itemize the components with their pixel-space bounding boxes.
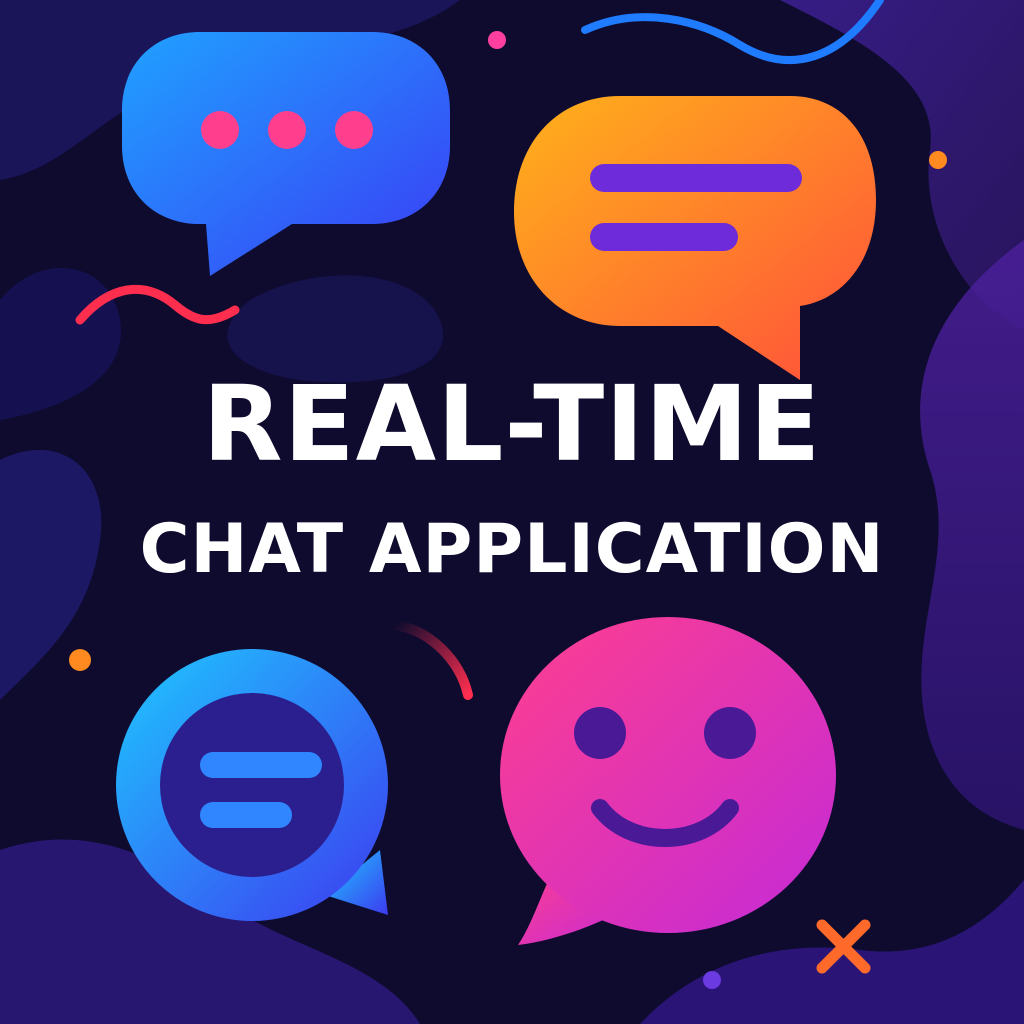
smiley-eye-icon (704, 707, 756, 759)
headline-title: REAL-TIME (202, 363, 822, 485)
typing-dot-icon (335, 111, 373, 149)
message-line-icon (590, 223, 738, 251)
typing-bubble-icon (122, 32, 450, 276)
round-chat-icon (116, 649, 388, 921)
blue-wave-decoration (581, 0, 884, 64)
close-x-icon (816, 919, 871, 974)
typing-dot-icon (268, 111, 306, 149)
orange-dot-decoration-left (69, 649, 91, 671)
smiley-bubble-icon (500, 617, 836, 945)
round-chat-line-icon (200, 802, 292, 828)
red-wave-decoration (75, 285, 240, 325)
round-chat-line-icon (200, 752, 322, 778)
red-arc-decoration (390, 620, 473, 700)
purple-dot-decoration (703, 971, 721, 989)
orange-dot-decoration-top (929, 151, 947, 169)
smiley-eye-icon (574, 707, 626, 759)
message-line-icon (590, 164, 802, 192)
typing-dot-icon (201, 111, 239, 149)
chat-app-poster: REAL-TIME CHAT APPLICATION (0, 0, 1024, 1024)
message-bubble-icon (514, 96, 876, 380)
magenta-dot-decoration (488, 31, 506, 49)
headline-subtitle: CHAT APPLICATION (139, 510, 885, 589)
round-chat-inner (160, 693, 344, 877)
